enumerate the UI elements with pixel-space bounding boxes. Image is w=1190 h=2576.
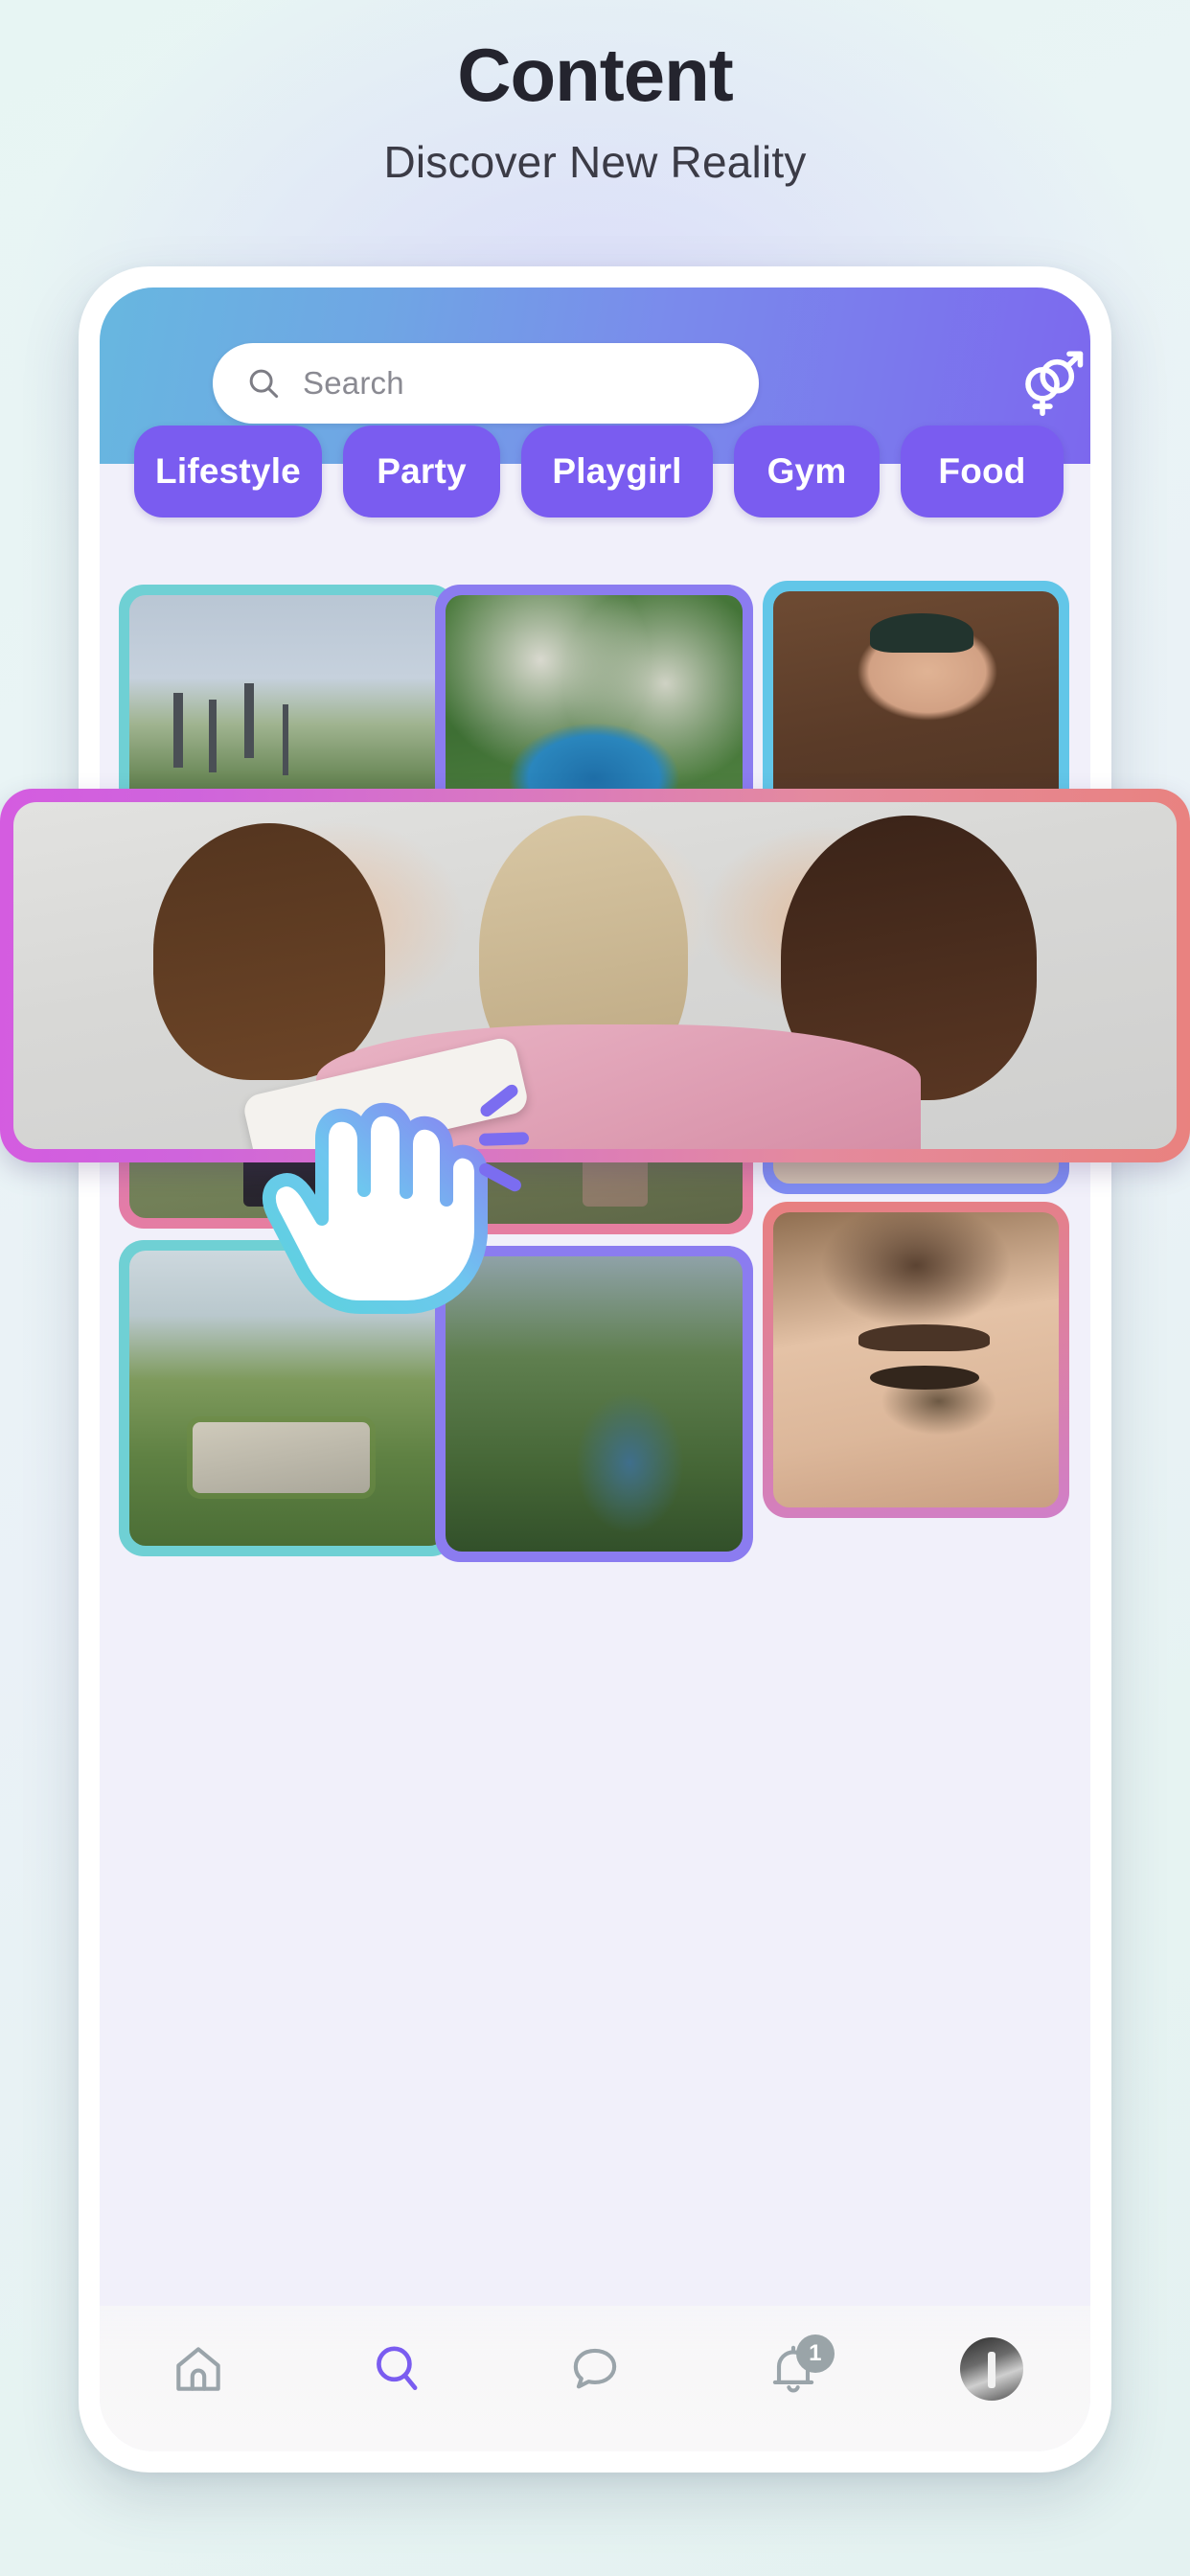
category-chip-party[interactable]: Party: [343, 426, 500, 518]
page-title: Content: [457, 33, 734, 117]
search-placeholder: Search: [303, 365, 404, 401]
nav-item-notifications[interactable]: 1: [741, 2331, 846, 2407]
hair-left: [152, 822, 386, 1080]
category-chip-food[interactable]: Food: [901, 426, 1064, 518]
search-icon: [245, 365, 282, 402]
category-chip-gym[interactable]: Gym: [734, 426, 880, 518]
category-chip-lifestyle[interactable]: Lifestyle: [134, 426, 322, 518]
grid-card-eye-closeup[interactable]: [763, 1202, 1069, 1518]
nav-item-search[interactable]: [344, 2331, 449, 2407]
search-input[interactable]: Search: [213, 343, 759, 424]
avatar: [959, 2337, 1023, 2401]
page-subtitle: Discover New Reality: [383, 136, 807, 187]
page-header: Content Discover New Reality: [0, 0, 1190, 188]
category-chip-strip: Lifestyle Party Playgirl Gym Food: [100, 426, 1090, 571]
photo-eye-closeup: [773, 1212, 1059, 1507]
nav-item-messages[interactable]: [542, 2331, 648, 2407]
nav-item-home[interactable]: [146, 2331, 251, 2407]
phone-mockup: Search Lifestyle Party Playgirl Gym Food: [79, 266, 1111, 2472]
gender-symbols-icon[interactable]: [1010, 341, 1090, 424]
notification-badge: 1: [795, 2334, 835, 2373]
phone-screen: Search Lifestyle Party Playgirl Gym Food: [100, 288, 1090, 2451]
nav-item-profile[interactable]: [939, 2331, 1044, 2407]
category-chip-playgirl[interactable]: Playgirl: [521, 426, 713, 518]
tap-hand-icon: [241, 1081, 491, 1321]
featured-hero-card[interactable]: [0, 789, 1190, 1162]
tap-sparkle-2: [478, 1132, 530, 1146]
bottom-navigation: 1: [100, 2306, 1090, 2451]
photo-three-women-selfie: [13, 802, 1177, 1149]
